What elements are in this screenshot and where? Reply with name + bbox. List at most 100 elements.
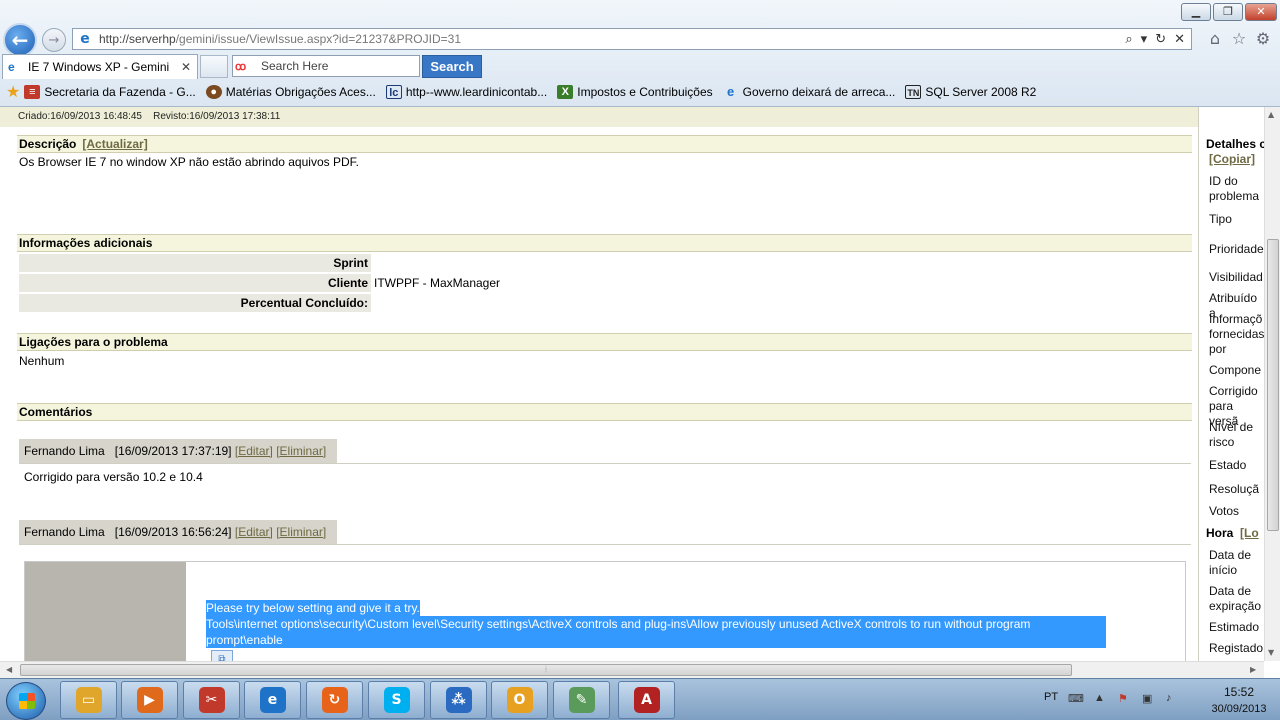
close-tab-icon[interactable]: ✕	[181, 60, 197, 74]
attachment-preview	[25, 562, 186, 661]
comment-body-box: Please try below setting and give it a t…	[24, 561, 1186, 661]
tab-active[interactable]: e IE 7 Windows XP - Gemini ✕	[2, 54, 198, 79]
scroll-down-icon[interactable]: ▼	[1268, 648, 1274, 657]
issue-timestamps: Criado:16/09/2013 16:48:45 Revisto:16/09…	[0, 107, 1198, 127]
favorite-item[interactable]: X Impostos e Contribuições	[557, 85, 713, 99]
close-window-button[interactable]: ✕	[1245, 3, 1277, 21]
favorite-item[interactable]: ● Matérias Obrigações Aces...	[205, 85, 376, 99]
favorite-item[interactable]: TN SQL Server 2008 R2	[905, 85, 1036, 99]
favorites-star-icon[interactable]: ★	[6, 82, 20, 102]
notepad-icon: ✎	[568, 687, 595, 713]
hour-label: Data de início	[1209, 548, 1252, 577]
additional-info-header: Informações adicionais	[17, 234, 1192, 252]
edit-link[interactable]: [Editar]	[235, 444, 273, 458]
favorites-star-icon[interactable]: ☆	[1229, 29, 1249, 48]
search-input[interactable]: ꝏ Search Here	[232, 55, 420, 77]
detail-label: Nível de risco	[1209, 420, 1254, 449]
links-header: Ligações para o problema	[17, 333, 1192, 351]
forward-button[interactable]: →	[42, 28, 66, 52]
divider	[19, 544, 1191, 545]
detail-label: Informaçõ fornecidas por	[1209, 312, 1264, 356]
field-label-percent: Percentual Concluído:	[19, 294, 371, 312]
comment-text: Corrigido para versão 10.2 e 10.4	[24, 470, 203, 484]
comments-header: Comentários	[17, 403, 1192, 421]
favorites-bar: ★ ≡ Secretaria da Fazenda - G... ● Matéria…	[0, 80, 1280, 104]
language-indicator[interactable]: PT	[1044, 691, 1058, 703]
search-button[interactable]: Search	[422, 55, 482, 78]
created-date: Criado:16/09/2013 16:48:45	[18, 111, 142, 122]
comment-date: [16/09/2013 17:37:19]	[114, 444, 232, 458]
update-link[interactable]: [Actualizar]	[82, 137, 147, 151]
horizontal-scroll-thumb[interactable]: ⦙	[20, 664, 1072, 676]
taskbar-app-connect[interactable]: ⁂	[430, 681, 487, 719]
hours-header: Hora [Lo	[1206, 526, 1259, 540]
system-tray: PT ⌨ ▲ ⚑ ▣ ♪ 15:52 30/09/2013	[1040, 679, 1280, 720]
favorite-item[interactable]: ≡ Secretaria da Fazenda - G...	[24, 85, 196, 99]
network-status-icon[interactable]: ▣	[1142, 692, 1152, 705]
address-bar[interactable]: e http://serverhp/gemini/issue/ViewIssue…	[72, 28, 1192, 50]
horizontal-scrollbar[interactable]: ◀ ⦙ ▶	[0, 661, 1264, 678]
search-placeholder: Search Here	[261, 59, 329, 73]
vertical-scroll-thumb[interactable]	[1267, 239, 1279, 531]
edit-link[interactable]: [Editar]	[235, 525, 273, 539]
ie-tab-icon: e	[8, 60, 15, 74]
delete-link[interactable]: [Eliminar]	[276, 444, 326, 458]
favorite-item[interactable]: e Governo deixará de arreca...	[723, 85, 895, 100]
comment-date: [16/09/2013 16:56:24]	[114, 525, 232, 539]
divider	[19, 463, 1191, 464]
minimize-button[interactable]: ▁	[1181, 3, 1211, 21]
delete-link[interactable]: [Eliminar]	[276, 525, 326, 539]
start-button[interactable]	[6, 682, 46, 720]
comment-header: Fernando Lima [16/09/2013 16:56:24] [Edi…	[19, 520, 337, 544]
taskbar-app-explorer[interactable]: ▭	[60, 681, 117, 719]
refresh-icon[interactable]: ↻	[1155, 32, 1166, 47]
taskbar-app-internet-explorer[interactable]: e	[244, 681, 301, 719]
taskbar-app-outlook[interactable]: O	[491, 681, 548, 719]
vertical-scrollbar[interactable]: ▲ ▼	[1264, 107, 1280, 661]
search-icon[interactable]: ⌕	[1125, 32, 1132, 47]
restore-button[interactable]: ❐	[1213, 3, 1243, 21]
copy-link[interactable]: [Copiar]	[1209, 152, 1255, 166]
description-text: Os Browser IE 7 no window XP não estão a…	[19, 155, 359, 169]
keyboard-icon[interactable]: ⌨	[1068, 692, 1084, 705]
clock-time[interactable]: 15:52	[1212, 685, 1266, 699]
show-hidden-icons-icon[interactable]: ▲	[1094, 692, 1105, 704]
tab-title: IE 7 Windows XP - Gemini	[28, 60, 170, 74]
scroll-right-icon[interactable]: ▶	[1250, 665, 1256, 674]
action-center-icon[interactable]: ⚑	[1118, 692, 1128, 705]
field-label-sprint: Sprint	[19, 254, 371, 272]
favorite-label: Impostos e Contribuições	[577, 85, 713, 99]
taskbar-app-sync[interactable]: ↻	[306, 681, 363, 719]
log-link[interactable]: [Lo	[1240, 526, 1259, 540]
field-label-client: Cliente	[19, 274, 371, 292]
selected-comment-line: Please try below setting and give it a t…	[206, 600, 420, 616]
taskbar-app-media-player[interactable]: ▶	[121, 681, 178, 719]
page-viewport: Criado:16/09/2013 16:48:45 Revisto:16/09…	[0, 107, 1264, 661]
favorite-item[interactable]: lc http--www.leardinicontab...	[385, 85, 547, 99]
comment-author: Fernando Lima	[24, 525, 105, 539]
taskbar-app-snipping-tool[interactable]: ✂	[183, 681, 240, 719]
attachment-icon[interactable]: ⧉	[211, 650, 233, 661]
taskbar-app-access[interactable]: A	[618, 681, 675, 719]
flag-icon: ≡	[24, 85, 41, 99]
taskbar-app-notepad[interactable]: ✎	[553, 681, 610, 719]
forward-arrow-icon: →	[48, 32, 60, 48]
comment-header: Fernando Lima [16/09/2013 17:37:19] [Edi…	[19, 439, 337, 463]
back-button[interactable]: ←	[3, 23, 37, 57]
home-icon[interactable]: ⌂	[1205, 29, 1225, 48]
issue-content: Criado:16/09/2013 16:48:45 Revisto:16/09…	[0, 107, 1198, 661]
hours-title: Hora	[1206, 526, 1234, 540]
stop-icon[interactable]: ✕	[1174, 32, 1185, 47]
taskbar-app-skype[interactable]: S	[368, 681, 425, 719]
volume-icon[interactable]: ♪	[1166, 692, 1172, 704]
dropdown-icon[interactable]: ▾	[1141, 32, 1148, 47]
scroll-up-icon[interactable]: ▲	[1268, 110, 1274, 119]
url-host: http://serverhp	[99, 32, 176, 46]
scroll-left-icon[interactable]: ◀	[6, 665, 12, 674]
gear-icon[interactable]: ⚙	[1253, 29, 1273, 48]
url-text[interactable]: http://serverhp/gemini/issue/ViewIssue.a…	[99, 32, 1125, 46]
new-tab-button[interactable]	[200, 55, 228, 78]
hour-label: Estimado	[1209, 620, 1260, 634]
globe-icon: ●	[205, 85, 222, 99]
clock-date[interactable]: 30/09/2013	[1208, 703, 1270, 715]
